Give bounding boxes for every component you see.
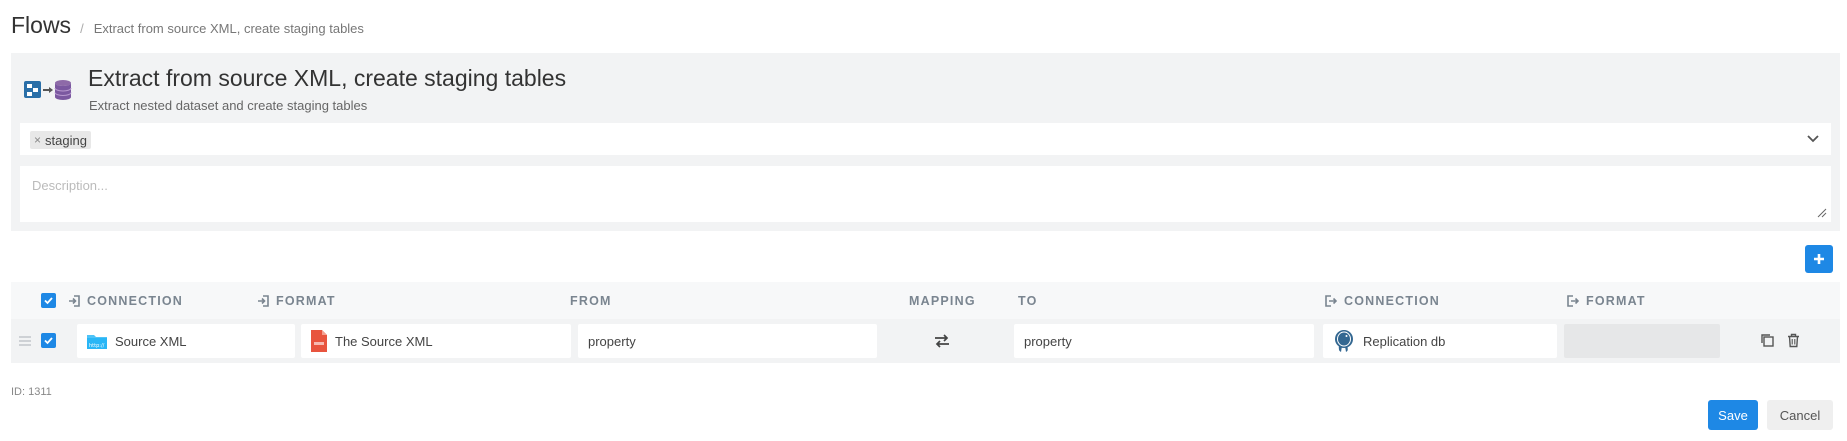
chevron-down-icon[interactable] — [1805, 130, 1821, 146]
drag-handle-icon[interactable] — [18, 336, 32, 346]
row-checkbox[interactable] — [41, 333, 56, 348]
sign-in-icon — [258, 295, 269, 307]
tag-remove-button[interactable]: × — [34, 133, 41, 147]
header-label: CONNECTION — [1344, 294, 1441, 308]
header-mapping: MAPPING — [909, 292, 976, 310]
sign-out-icon — [1567, 295, 1579, 307]
source-format-select[interactable]: The Source XML — [301, 324, 571, 358]
resize-grip-icon[interactable] — [1817, 208, 1827, 218]
header-label: MAPPING — [909, 294, 976, 308]
breadcrumb-current: Extract from source XML, create staging … — [93, 21, 364, 36]
header-to: TO — [1018, 292, 1038, 310]
header-label: FORMAT — [1586, 294, 1646, 308]
copy-icon[interactable] — [1760, 333, 1775, 348]
breadcrumb-separator: / — [80, 21, 84, 36]
header-dest-format: FORMAT — [1567, 292, 1646, 310]
table-row: http:// Source XML The Source XML proper… — [11, 319, 1840, 363]
header-from: FROM — [570, 292, 612, 310]
header-source-format: FORMAT — [257, 292, 336, 310]
to-value: property — [1024, 333, 1072, 349]
http-folder-icon: http:// — [87, 332, 107, 350]
swap-arrows-icon[interactable] — [934, 334, 950, 348]
header-source-connection: CONNECTION — [68, 292, 183, 310]
flow-extract-to-db-icon — [24, 80, 72, 100]
header-label: FORMAT — [276, 294, 336, 308]
xml-file-icon — [311, 330, 327, 352]
plus-icon — [1814, 254, 1824, 264]
flow-header-panel: Extract from source XML, create staging … — [11, 53, 1840, 231]
tag-chip: × staging — [30, 131, 91, 149]
description-textarea[interactable] — [20, 166, 1831, 222]
svg-text:http://: http:// — [89, 343, 105, 349]
breadcrumb: Flows / Extract from source XML, create … — [11, 12, 364, 42]
tags-select[interactable]: × staging — [20, 123, 1831, 155]
breadcrumb-flows-link[interactable]: Flows — [11, 12, 71, 39]
postgresql-elephant-icon — [1333, 329, 1355, 353]
sign-in-icon — [69, 295, 80, 307]
header-label: CONNECTION — [87, 294, 184, 308]
check-icon — [44, 337, 53, 345]
from-input[interactable]: property — [578, 324, 877, 358]
flow-id-label: ID: 1311 — [11, 386, 52, 398]
flow-subtitle[interactable]: Extract nested dataset and create stagin… — [89, 98, 367, 113]
trash-icon[interactable] — [1786, 333, 1801, 348]
flow-title[interactable]: Extract from source XML, create staging … — [88, 65, 566, 92]
save-button[interactable]: Save — [1708, 400, 1758, 430]
dest-connection-value: Replication db — [1363, 333, 1446, 349]
add-row-button[interactable] — [1805, 245, 1833, 273]
dest-format-select[interactable] — [1564, 324, 1720, 358]
cancel-button[interactable]: Cancel — [1767, 400, 1833, 430]
source-format-value: The Source XML — [335, 333, 433, 349]
header-label: FROM — [570, 294, 612, 308]
tag-label: staging — [45, 132, 87, 148]
check-icon — [44, 297, 53, 305]
header-label: TO — [1018, 294, 1038, 308]
table-header: CONNECTION FORMAT FROM MAPPING TO CONNEC… — [11, 282, 1840, 319]
source-connection-select[interactable]: http:// Source XML — [77, 324, 295, 358]
select-all-checkbox[interactable] — [41, 293, 56, 308]
to-input[interactable]: property — [1014, 324, 1314, 358]
header-dest-connection: CONNECTION — [1325, 292, 1440, 310]
source-connection-value: Source XML — [115, 333, 187, 349]
dest-connection-select[interactable]: Replication db — [1323, 324, 1557, 358]
sign-out-icon — [1325, 295, 1337, 307]
from-value: property — [588, 333, 636, 349]
